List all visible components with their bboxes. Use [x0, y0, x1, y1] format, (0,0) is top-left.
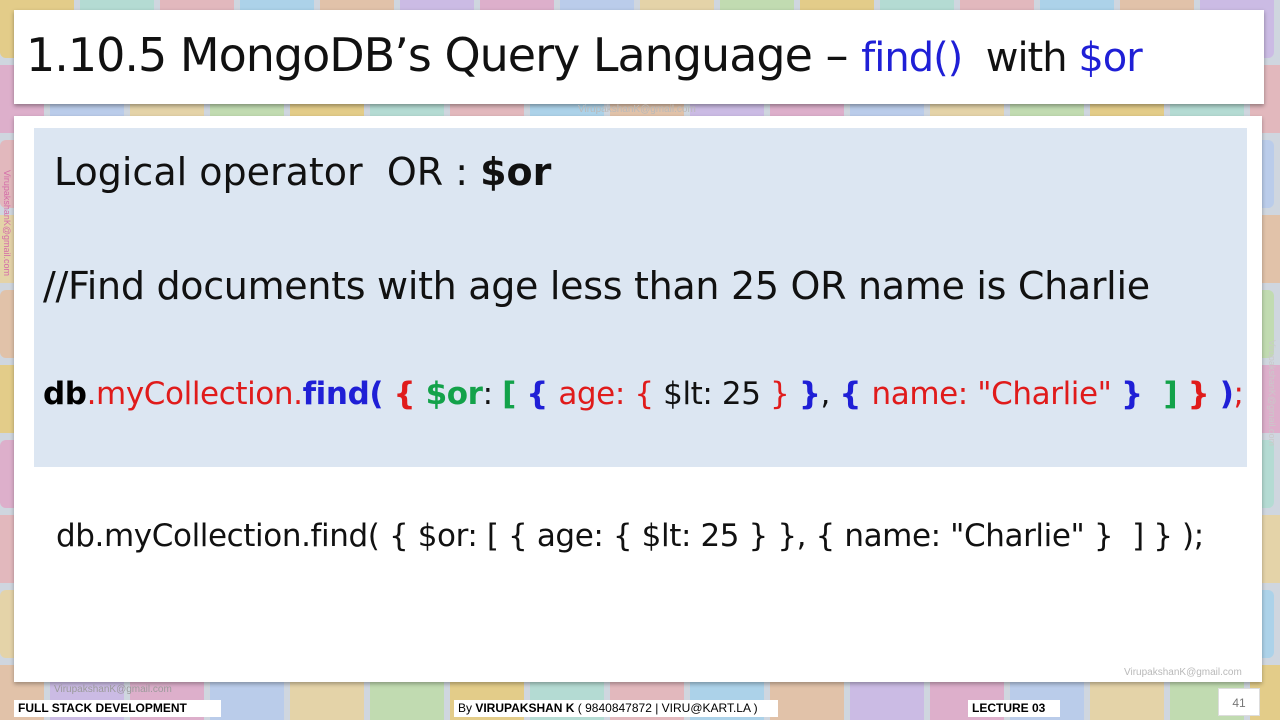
watermark-bottom-left: VirupakshanK@gmail.com: [54, 684, 172, 695]
code-token: ;: [1233, 376, 1244, 412]
footer-author: By VIRUPAKSHAN K ( 9840847872 | VIRU@KAR…: [454, 700, 778, 717]
title-with: with: [962, 35, 1079, 81]
code-token: .myCollection.: [86, 376, 303, 412]
code-token: ,: [820, 376, 840, 412]
code-token: {: [839, 376, 872, 412]
code-token: {: [526, 376, 559, 412]
code-token: }: [770, 376, 799, 412]
code-comment: //Find documents with age less than 25 O…: [43, 264, 1150, 308]
watermark-left: VirupakshanK@gmail.com: [2, 170, 12, 277]
code-token: }: [1187, 376, 1220, 412]
operator-symbol: $or: [480, 150, 552, 194]
title-main: 1.10.5 MongoDB’s Query Language –: [26, 28, 862, 82]
code-token: ): [1219, 376, 1234, 412]
code-plain: db.myCollection.find( { $or: [ { age: { …: [56, 518, 1204, 554]
code-token: name: "Charlie": [871, 376, 1121, 412]
code-token: db: [43, 376, 87, 412]
code-panel: Logical operator OR : $or //Find documen…: [34, 128, 1247, 467]
footer-lecture-label: LECTURE 03: [972, 701, 1046, 715]
code-token: age: {: [558, 376, 664, 412]
watermark-right: VirupakshanK@gmail.com: [1267, 340, 1277, 447]
footer-author-contact: ( 9840847872 | VIRU@KART.LA ): [574, 701, 758, 715]
title-or: $or: [1078, 35, 1142, 81]
watermark-bottom-right: VirupakshanK@gmail.com: [1124, 667, 1242, 678]
code-token: }: [1121, 376, 1164, 412]
footer-course-label: FULL STACK DEVELOPMENT: [18, 701, 187, 715]
footer-author-name: VIRUPAKSHAN K: [475, 701, 575, 715]
code-token: {: [383, 376, 426, 412]
code-token: find(: [302, 376, 384, 412]
title-find: find(): [861, 35, 963, 81]
page-number: 41: [1218, 688, 1260, 716]
code-highlighted: db.myCollection.find( { $or: [ { age: { …: [43, 376, 1244, 412]
footer-lecture: LECTURE 03: [968, 700, 1060, 717]
content-area: Logical operator OR : $or //Find documen…: [14, 116, 1262, 682]
operator-heading: Logical operator OR : $or: [54, 150, 551, 194]
code-token: :: [482, 376, 503, 412]
footer-author-prefix: By: [458, 701, 476, 715]
code-token: [: [502, 376, 527, 412]
footer-course: FULL STACK DEVELOPMENT: [14, 700, 221, 717]
code-token: }: [798, 376, 821, 412]
operator-label: Logical operator OR :: [54, 150, 481, 194]
slide-title: 1.10.5 MongoDB’s Query Language – find()…: [26, 28, 1143, 82]
watermark-top: VirupakshanK@gmail.com: [578, 104, 696, 115]
code-token: ]: [1163, 376, 1188, 412]
code-token: $or: [425, 376, 483, 412]
title-bar: 1.10.5 MongoDB’s Query Language – find()…: [14, 10, 1264, 104]
code-token: $lt: 25: [663, 376, 771, 412]
